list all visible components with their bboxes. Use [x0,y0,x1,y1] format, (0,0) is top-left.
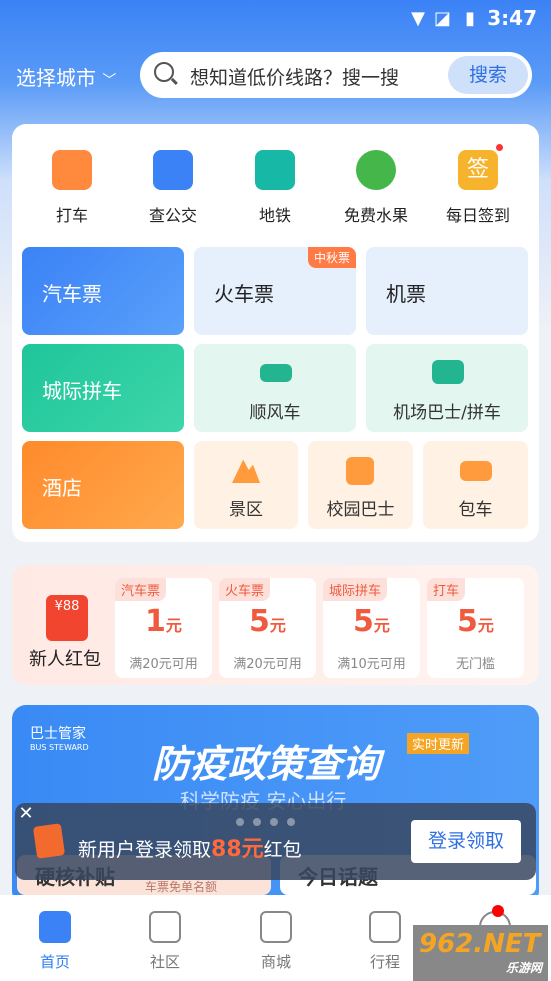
brand-logo: 巴士管家 BUS STEWARD [30,726,89,752]
search-button[interactable]: 搜索 [448,56,528,94]
notification-dot [496,144,503,151]
label: 打车 [55,206,88,225]
tab-mall[interactable]: 商城 [241,911,311,972]
tab-label: 首页 [39,953,70,971]
clock: 3:47 [487,6,537,30]
coupon-tag: 打车 [427,578,466,601]
red-envelope-icon: ¥88 [46,595,88,641]
search-bar[interactable]: 想知道低价线路？搜一搜 搜索 [140,52,532,98]
coupon-tag: 火车票 [219,578,271,601]
quick-fruit[interactable]: 免费水果 [331,150,421,226]
new-user-red-packet[interactable]: ¥88 新人红包 汽车票 1元满20元可用 火车票 5元满20元可用 城际拼车 5元满… [12,565,539,685]
coupon-condition: 无门槛 [455,657,495,672]
tab-trips[interactable]: 行程 [350,911,420,972]
tab-label: 社区 [149,953,180,971]
coupon-condition: 满20元可用 [233,657,302,672]
tile-airport-bus[interactable]: 机场巴士/拼车 [366,344,528,432]
label: 包车 [458,500,493,520]
shopping-bag-icon [260,911,292,943]
label: 每日签到 [445,206,510,225]
car-icon [260,364,292,382]
label: 景区 [229,500,263,520]
banner-headline: 防疫政策查询 [152,742,381,786]
tab-label: 行程 [369,953,400,971]
airport-bus-icon [432,360,464,384]
quick-metro[interactable]: 地铁 [230,150,320,226]
tile-flight[interactable]: 机票 [366,247,528,335]
tile-charter[interactable]: 包车 [423,441,528,529]
bus-icon [153,150,193,190]
carousel-indicator [236,811,304,830]
tab-label: 商城 [260,953,291,971]
tile-hotel[interactable]: 酒店 [22,441,184,529]
coupon-amount: 5元 [457,604,494,639]
login-prompt-text: 新用户登录领取88元红包 [78,837,302,862]
coupon[interactable]: 城际拼车 5元满10元可用 [323,578,420,678]
label: 火车票 [214,282,274,306]
coupon-tag: 城际拼车 [323,578,388,601]
label: 机场巴士/拼车 [393,403,501,423]
tab-community[interactable]: 社区 [130,911,200,972]
tile-train-ticket[interactable]: 火车票 中秋票 [194,247,356,335]
red-envelope-icon [32,823,66,859]
close-icon[interactable]: ✕ [11,799,41,829]
section-subtitle: 车票免单名额 [139,880,224,894]
tile-intercity[interactable]: 城际拼车 [22,344,184,432]
signal-icon: ◪ [433,8,451,29]
tile-bus-ticket[interactable]: 汽车票 [22,247,184,335]
login-button[interactable]: 登录领取 [411,820,521,863]
chevron-down-icon: ﹀ [102,73,117,89]
battery-icon: ▮ [465,8,475,29]
calendar-icon [369,911,401,943]
label: 地铁 [258,206,291,225]
tile-campus-bus[interactable]: 校园巴士 [308,441,413,529]
quick-taxi[interactable]: 打车 [27,150,117,226]
coupon-condition: 满10元可用 [337,657,406,672]
coupon-amount: 5元 [353,604,390,639]
search-icon [154,62,174,82]
bus-icon [346,457,374,485]
wifi-icon: ▼ [411,8,425,29]
label: 校园巴士 [326,500,395,520]
red-packet-title: 新人红包 [29,649,101,670]
tab-home[interactable]: 首页 [20,911,90,972]
label: 酒店 [42,476,82,500]
tile-scenic[interactable]: 景区 [194,441,298,529]
notification-dot [492,905,504,917]
status-bar: ▼ ◪ ▮ 3:47 [0,0,551,37]
metro-icon [255,150,295,190]
label: 查公交 [148,206,197,225]
city-label: 选择城市 [16,66,96,90]
tree-icon [356,150,396,190]
quick-bus[interactable]: 查公交 [128,150,218,226]
coupon-condition: 满20元可用 [129,657,198,672]
tile-ride-share[interactable]: 顺风车 [194,344,356,432]
coupon-tag: 汽车票 [115,578,167,601]
search-input[interactable]: 想知道低价线路？搜一搜 [190,63,399,90]
label: 免费水果 [343,206,408,225]
coupon[interactable]: 汽车票 1元满20元可用 [115,578,212,678]
banner-tag: 实时更新 [407,733,470,754]
mountain-icon [232,459,260,483]
festival-badge: 中秋票 [307,247,356,268]
label: 机票 [386,282,426,306]
label: 汽车票 [42,282,102,306]
chat-icon [149,911,181,943]
coupon[interactable]: 火车票 5元满20元可用 [219,578,316,678]
taxi-icon [52,150,92,190]
signin-icon: 签 [458,150,498,190]
coupon-amount: 5元 [249,604,286,639]
watermark-logo: 962.NET 乐游网 [413,925,548,981]
services-card: 打车 查公交 地铁 免费水果 签每日签到 汽车票 火车票 中秋票 机票 城际拼车 … [12,124,539,542]
label: 城际拼车 [42,379,122,403]
coupon[interactable]: 打车 5元无门槛 [427,578,524,678]
label: 顺风车 [249,403,301,423]
quick-signin[interactable]: 签每日签到 [433,144,523,226]
city-selector[interactable]: 选择城市 ﹀ [16,62,116,91]
car-icon [460,461,492,481]
home-icon [39,911,71,943]
coupon-amount: 1元 [145,604,182,639]
